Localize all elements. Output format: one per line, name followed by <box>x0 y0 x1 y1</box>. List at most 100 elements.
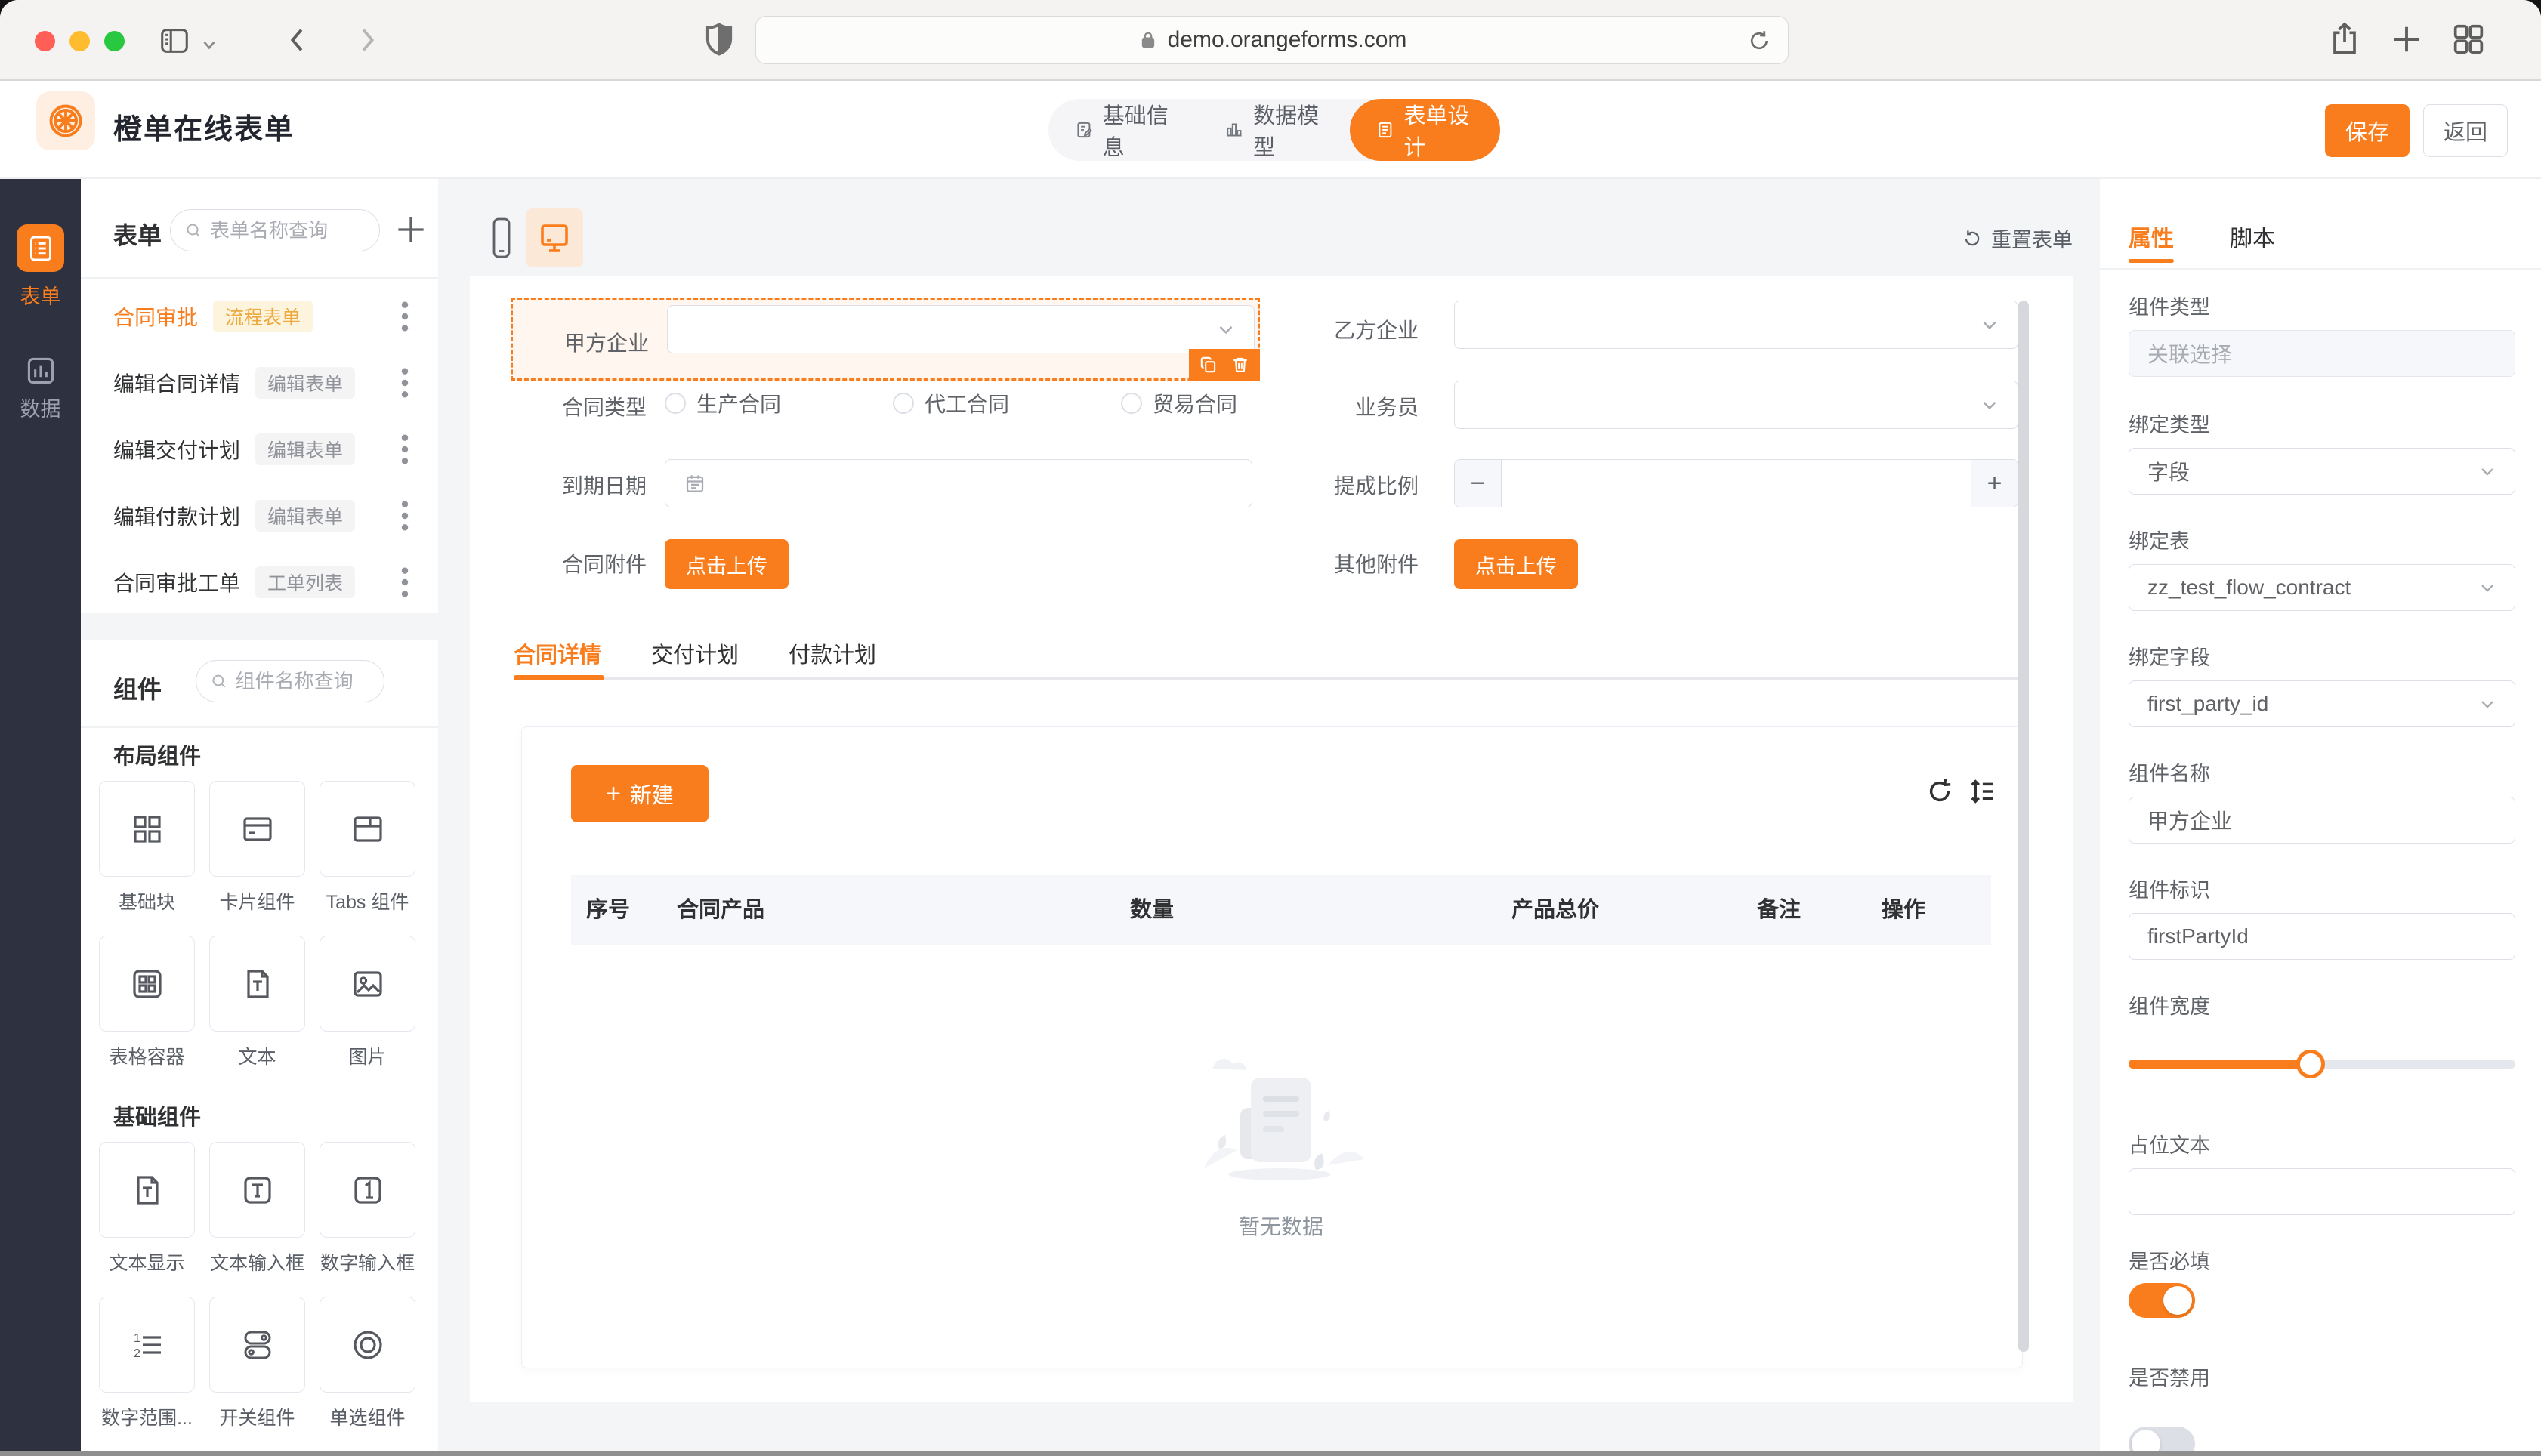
component-tile-text-display[interactable]: 文本显示 <box>99 1142 195 1276</box>
component-search-input[interactable] <box>235 669 370 693</box>
first-party-select[interactable] <box>667 305 1255 353</box>
placeholder-text-input[interactable] <box>2147 1180 2496 1204</box>
rail-item-data-label[interactable]: 数据 <box>0 393 81 422</box>
back-icon[interactable] <box>281 23 316 57</box>
bind-type-label: 绑定类型 <box>2129 414 2210 436</box>
tab-properties[interactable]: 属性 <box>2129 220 2174 253</box>
tab-delivery-plan[interactable]: 交付计划 <box>651 637 739 669</box>
bind-field-select[interactable]: first_party_id <box>2129 680 2515 727</box>
forward-icon[interactable] <box>349 23 384 57</box>
stepper-decrease-button[interactable]: − <box>1455 460 1502 507</box>
selected-field-first-party[interactable]: 甲方企业 <box>511 298 1260 381</box>
more-actions-icon[interactable] <box>391 431 418 467</box>
refresh-table-icon[interactable] <box>1924 776 1956 807</box>
more-actions-icon[interactable] <box>391 498 418 534</box>
more-actions-icon[interactable] <box>391 365 418 401</box>
more-actions-icon[interactable] <box>391 564 418 600</box>
bind-table-select[interactable]: zz_test_flow_contract <box>2129 564 2515 611</box>
placeholder-text-field[interactable] <box>2129 1168 2515 1215</box>
radio-oem-contract[interactable]: 代工合同 <box>893 388 1009 418</box>
component-tile-text-input[interactable]: 文本输入框 <box>209 1142 305 1276</box>
tab-form-design[interactable]: 表单设计 <box>1349 99 1500 161</box>
bind-type-select[interactable]: 字段 <box>2129 448 2515 495</box>
contract-upload-button[interactable]: 点击上传 <box>665 539 789 589</box>
close-window-button[interactable] <box>35 31 55 51</box>
component-tile-card[interactable]: 卡片组件 <box>209 781 305 915</box>
save-button[interactable]: 保存 <box>2325 104 2410 157</box>
rail-item-data[interactable] <box>17 347 64 394</box>
form-info-icon <box>1077 122 1092 138</box>
form-search-field[interactable] <box>170 209 380 251</box>
form-name: 合同审批 <box>113 306 199 329</box>
tab-data-model[interactable]: 数据模型 <box>1199 99 1349 161</box>
tab-overview-icon[interactable] <box>2449 20 2488 59</box>
component-tile-image[interactable]: 图片 <box>320 936 415 1069</box>
column-settings-icon[interactable] <box>1966 776 1998 807</box>
component-width-label: 组件宽度 <box>2129 995 2210 1018</box>
mobile-preview-button[interactable] <box>483 213 520 263</box>
more-actions-icon[interactable] <box>391 298 418 335</box>
component-search-field[interactable] <box>196 660 384 702</box>
due-date-input[interactable] <box>665 459 1252 507</box>
shield-icon[interactable] <box>699 20 739 59</box>
component-width-fill <box>2129 1060 2311 1069</box>
tab-basic-info[interactable]: 基础信息 <box>1048 99 1199 161</box>
component-width-slider[interactable] <box>2129 1049 2515 1079</box>
radio-production-contract[interactable]: 生产合同 <box>665 388 781 418</box>
canvas-scrollbar[interactable] <box>2018 301 2029 1352</box>
stepper-increase-button[interactable]: + <box>1971 460 2018 507</box>
new-row-button[interactable]: + 新建 <box>571 765 709 822</box>
second-party-label: 乙方企业 <box>1333 319 1419 342</box>
form-list-item[interactable]: 合同审批 流程表单 <box>81 283 438 350</box>
component-tile-number-range[interactable]: 12 数字范围... <box>99 1297 195 1430</box>
reset-form-button[interactable]: 重置表单 <box>1961 224 2073 253</box>
second-party-select[interactable] <box>1454 301 2018 349</box>
due-date-label: 到期日期 <box>561 474 647 498</box>
chevron-down-icon[interactable] <box>199 35 219 54</box>
copy-component-icon[interactable] <box>1199 355 1218 375</box>
add-form-icon[interactable] <box>392 211 430 248</box>
required-toggle[interactable] <box>2129 1283 2195 1318</box>
component-key-input[interactable] <box>2147 924 2496 949</box>
tab-contract-detail[interactable]: 合同详情 <box>514 637 601 669</box>
tab-script[interactable]: 脚本 <box>2230 220 2275 253</box>
new-tab-icon[interactable] <box>2387 20 2426 59</box>
component-tile-number-input[interactable]: 数字输入框 <box>320 1142 415 1276</box>
url-bar[interactable]: demo.orangeforms.com <box>755 16 1789 64</box>
component-tile-switch[interactable]: 开关组件 <box>209 1297 305 1430</box>
back-button[interactable]: 返回 <box>2423 104 2508 157</box>
zoom-window-button[interactable] <box>104 31 125 51</box>
sidebar-toggle-icon[interactable] <box>157 23 192 58</box>
slider-handle[interactable] <box>2296 1050 2325 1078</box>
rail-item-forms-label[interactable]: 表单 <box>0 280 81 310</box>
component-tile-text[interactable]: 文本 <box>209 936 305 1069</box>
component-key-field[interactable] <box>2129 913 2515 960</box>
form-search-input[interactable] <box>210 218 366 242</box>
form-list-item[interactable]: 编辑合同详情 编辑表单 <box>81 350 438 416</box>
component-tile-radio[interactable]: 单选组件 <box>320 1297 415 1430</box>
radio-trade-contract[interactable]: 贸易合同 <box>1121 388 1237 418</box>
rail-item-forms[interactable] <box>17 224 64 272</box>
form-list-item[interactable]: 合同审批工单 工单列表 <box>81 549 438 615</box>
column-header: 序号 <box>586 898 631 922</box>
desktop-preview-button[interactable] <box>526 208 583 267</box>
component-name-input[interactable] <box>2147 808 2496 832</box>
component-tile-tabs[interactable]: Tabs 组件 <box>320 781 415 915</box>
other-upload-button[interactable]: 点击上传 <box>1454 539 1578 589</box>
tabs-icon <box>353 816 382 842</box>
form-list-item[interactable]: 编辑付款计划 编辑表单 <box>81 483 438 549</box>
reload-icon[interactable] <box>1746 27 1773 54</box>
component-tile-table-container[interactable]: 表格容器 <box>99 936 195 1069</box>
tab-payment-plan[interactable]: 付款计划 <box>789 637 876 669</box>
component-tile-basic-block[interactable]: 基础块 <box>99 781 195 915</box>
delete-component-icon[interactable] <box>1230 355 1250 375</box>
minimize-window-button[interactable] <box>69 31 90 51</box>
form-list-item[interactable]: 编辑交付计划 编辑表单 <box>81 416 438 483</box>
svg-text:1: 1 <box>134 1332 140 1345</box>
share-icon[interactable] <box>2325 20 2364 59</box>
form-design-canvas[interactable]: 甲方企业 乙方企业 合同类型 生产合同 代工合同 贸易合同 业务员 到期日期 提… <box>470 276 2073 1402</box>
window-bottom-edge <box>0 1451 2541 1456</box>
component-name-field[interactable] <box>2129 797 2515 844</box>
salesman-select[interactable] <box>1454 381 2018 429</box>
chevron-down-icon <box>2477 461 2498 482</box>
